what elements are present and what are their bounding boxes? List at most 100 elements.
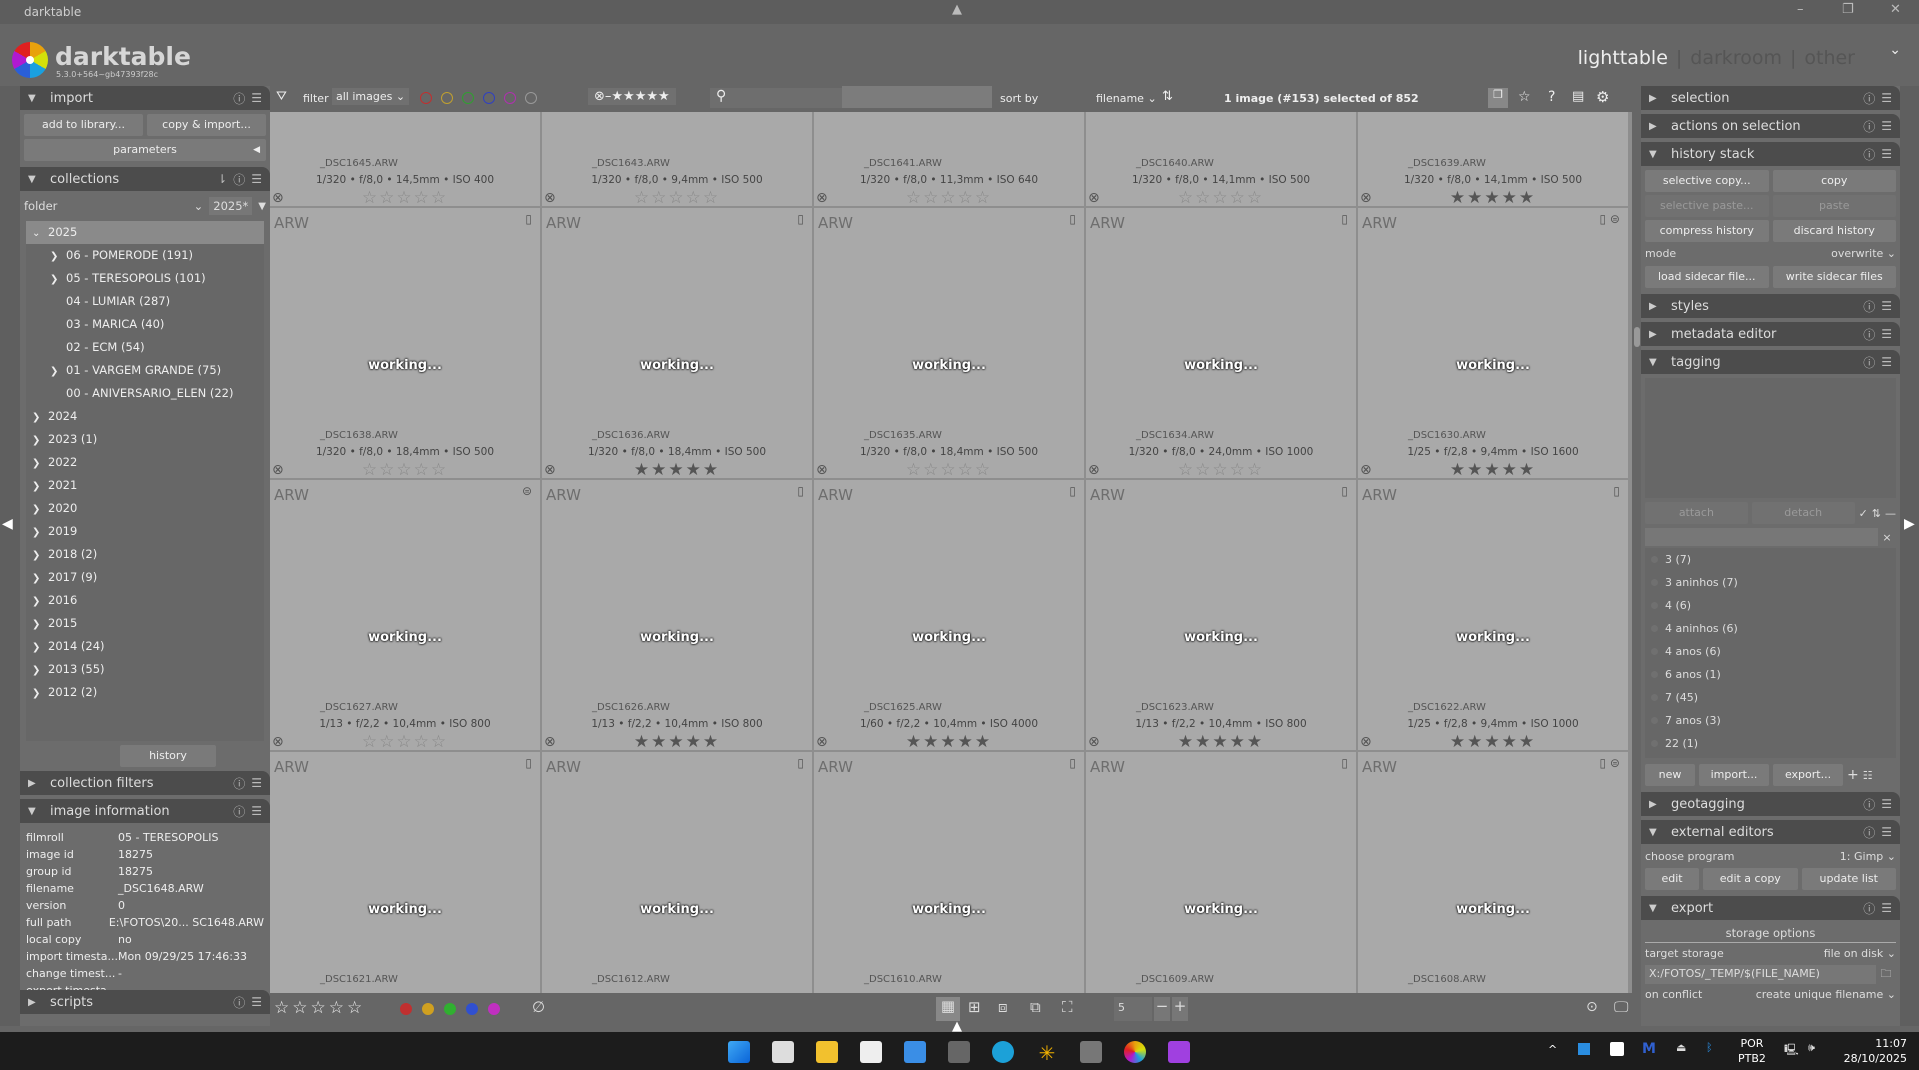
load-sidecar-button[interactable]: load sidecar file...	[1645, 266, 1769, 288]
dropdown-icon[interactable]: ▼	[258, 201, 266, 212]
expander-icon[interactable]: ❯	[32, 498, 48, 521]
clear-color-icon[interactable]: ∅	[532, 998, 545, 1016]
thumbnail[interactable]: ARWworking..._DSC1639.ARW1/320 • f/8,0 •…	[1358, 112, 1628, 208]
sort-select[interactable]: filename ⌄	[1096, 92, 1157, 105]
choose-program-select[interactable]: choose program 1: Gimp ⌄	[1645, 848, 1896, 866]
presets-icon[interactable]: ☰	[251, 91, 262, 105]
usb-icon[interactable]: ⏏	[1676, 1041, 1686, 1054]
clear-icon[interactable]: ×	[1878, 531, 1896, 544]
star-rating[interactable]: ☆☆☆☆☆	[270, 188, 540, 208]
expander-icon[interactable]: ❯	[32, 521, 48, 544]
export-header[interactable]: ▼ export ⓘ ☰	[1641, 896, 1900, 920]
reset-icon[interactable]: ⓘ	[1863, 90, 1875, 107]
scripts-header[interactable]: ▶ scripts ⓘ ☰	[20, 990, 270, 1014]
presets-icon[interactable]: ☰	[1881, 327, 1892, 341]
thumbnail-status-icons[interactable]: ▯	[525, 212, 532, 226]
language-indicator[interactable]: POR PTB2	[1738, 1036, 1766, 1066]
color-filter-3[interactable]	[483, 92, 495, 104]
edit-copy-button[interactable]: edit a copy	[1703, 868, 1798, 890]
thumbnail-status-icons[interactable]: ▯	[1069, 212, 1076, 226]
tagging-header[interactable]: ▼ tagging ⓘ ☰	[1641, 350, 1900, 374]
color-filter-2[interactable]	[462, 92, 474, 104]
snipping-tool-icon[interactable]	[860, 1041, 882, 1063]
color-filter-5[interactable]	[525, 92, 537, 104]
tag-item[interactable]: 6 anos (1)	[1645, 663, 1896, 686]
history-button[interactable]: history	[120, 745, 216, 767]
reject-icon[interactable]: ⊗	[1088, 190, 1100, 206]
presets-icon[interactable]: ☰	[251, 995, 262, 1009]
plus-icon[interactable]: +	[1847, 767, 1859, 783]
presets-icon[interactable]: ☰	[1881, 901, 1892, 915]
culling-fixed-icon[interactable]: ⧈	[998, 998, 1008, 1016]
zoom-out-button[interactable]: −	[1154, 997, 1170, 1021]
reject-icon[interactable]: ⊗	[544, 734, 556, 750]
thumbnail-status-icons[interactable]: ▯	[797, 212, 804, 226]
tree-item[interactable]: ❯ 2012 (2)	[26, 681, 264, 704]
star-rating[interactable]: ☆☆☆☆☆	[1086, 460, 1356, 480]
presets-icon[interactable]: ☰	[1881, 299, 1892, 313]
tree-item[interactable]: ❯ 2016	[26, 589, 264, 612]
import-module-header[interactable]: ▼ import ⓘ ☰	[20, 86, 270, 110]
collections-module-header[interactable]: ▼ collections ⇂ ⓘ ☰	[20, 167, 270, 191]
star-rating[interactable]: ★★★★★	[1358, 460, 1628, 480]
bluetooth-icon[interactable]: ᛒ	[1706, 1041, 1713, 1054]
expander-icon[interactable]: ❯	[32, 406, 48, 429]
expander-icon[interactable]: ❯	[32, 682, 48, 705]
close-button[interactable]: ✕	[1890, 2, 1901, 17]
reset-icon[interactable]: ⓘ	[1863, 900, 1875, 917]
thumbnail[interactable]: ARW ▯ ⊜ working... _DSC1608.ARW	[1358, 752, 1628, 993]
collapse-left-icon[interactable]: ◀	[2, 516, 13, 532]
expander-icon[interactable]: ⌄	[32, 222, 48, 245]
tree-item[interactable]: ❯ 2021	[26, 474, 264, 497]
thumbnail-status-icons[interactable]: ▯	[1069, 484, 1076, 498]
expander-icon[interactable]: ❯	[32, 475, 48, 498]
expander-icon[interactable]: ❯	[50, 360, 66, 383]
tree-item[interactable]: ❯ 2019	[26, 520, 264, 543]
image-information-header[interactable]: ▼ image information ⓘ ☰	[20, 799, 270, 823]
tag-item[interactable]: 7 anos (3)	[1645, 709, 1896, 732]
thumbnail-status-icons[interactable]: ▯ ⊜	[1600, 212, 1620, 226]
thumbnail-status-icons[interactable]: ▯ ⊜	[1600, 756, 1620, 770]
attach-button[interactable]: attach	[1645, 502, 1748, 524]
gimp-icon[interactable]	[1080, 1041, 1102, 1063]
reject-icon[interactable]: ⊗	[544, 462, 556, 478]
tree-item[interactable]: ❯ 2017 (9)	[26, 566, 264, 589]
reset-icon[interactable]: ⓘ	[233, 90, 245, 107]
on-conflict-select[interactable]: on conflict create unique filename ⌄	[1645, 986, 1896, 1004]
star-rating[interactable]: ☆☆☆☆☆	[814, 460, 1084, 480]
thumbnail[interactable]: ARWworking..._DSC1640.ARW1/320 • f/8,0 •…	[1086, 112, 1356, 208]
reset-icon[interactable]: ⓘ	[233, 803, 245, 820]
write-sidecar-button[interactable]: write sidecar files	[1772, 266, 1896, 288]
tag-item[interactable]: 22 (1)	[1645, 732, 1896, 755]
thumbnail-status-icons[interactable]: ▯	[1341, 484, 1348, 498]
star-rating[interactable]: ★★★★★	[814, 732, 1084, 752]
reject-icon[interactable]: ⊗	[544, 190, 556, 206]
tag-item[interactable]: 3 (7)	[1645, 548, 1896, 571]
help-icon[interactable]: ?	[1548, 89, 1555, 105]
folder-icon[interactable]: 🗀	[1876, 965, 1896, 984]
presets-icon[interactable]: ☰	[251, 804, 262, 818]
metadata-editor-header[interactable]: ▶ metadata editor ⓘ ☰	[1641, 322, 1900, 346]
tree-item[interactable]: ❯ 2020	[26, 497, 264, 520]
reset-icon[interactable]: ⓘ	[1863, 354, 1875, 371]
reject-icon[interactable]: ⊗	[272, 190, 284, 206]
tree-item[interactable]: ❯ 2013 (55)	[26, 658, 264, 681]
chevron-down-icon[interactable]: ⌄	[1889, 42, 1901, 58]
zoomable-layout-icon[interactable]: ⊞	[968, 998, 981, 1016]
color-label-3[interactable]	[466, 1003, 478, 1015]
thumbnail-status-icons[interactable]: ▯	[1341, 212, 1348, 226]
color-label-2[interactable]	[444, 1003, 456, 1015]
reject-icon[interactable]: ⊗	[1360, 734, 1372, 750]
tree-item[interactable]: ❯ 06 - POMERODE (191)	[26, 244, 264, 267]
export-path-input[interactable]: X:/FOTOS/_TEMP/$(FILE_NAME)	[1645, 965, 1876, 984]
presets-icon[interactable]: ☰	[1881, 825, 1892, 839]
presets-icon[interactable]: ☰	[1881, 355, 1892, 369]
task-view-icon[interactable]	[772, 1041, 794, 1063]
presets-icon[interactable]: ☰	[1881, 797, 1892, 811]
display-profile-icon[interactable]: 🖵	[1614, 998, 1628, 1016]
reject-icon[interactable]: ⊗	[1360, 462, 1372, 478]
copy-button[interactable]: copy	[1772, 170, 1896, 192]
malwarebytes-icon[interactable]: M	[1642, 1041, 1656, 1057]
reset-icon[interactable]: ⓘ	[1863, 326, 1875, 343]
reset-icon[interactable]: ⓘ	[1863, 146, 1875, 163]
